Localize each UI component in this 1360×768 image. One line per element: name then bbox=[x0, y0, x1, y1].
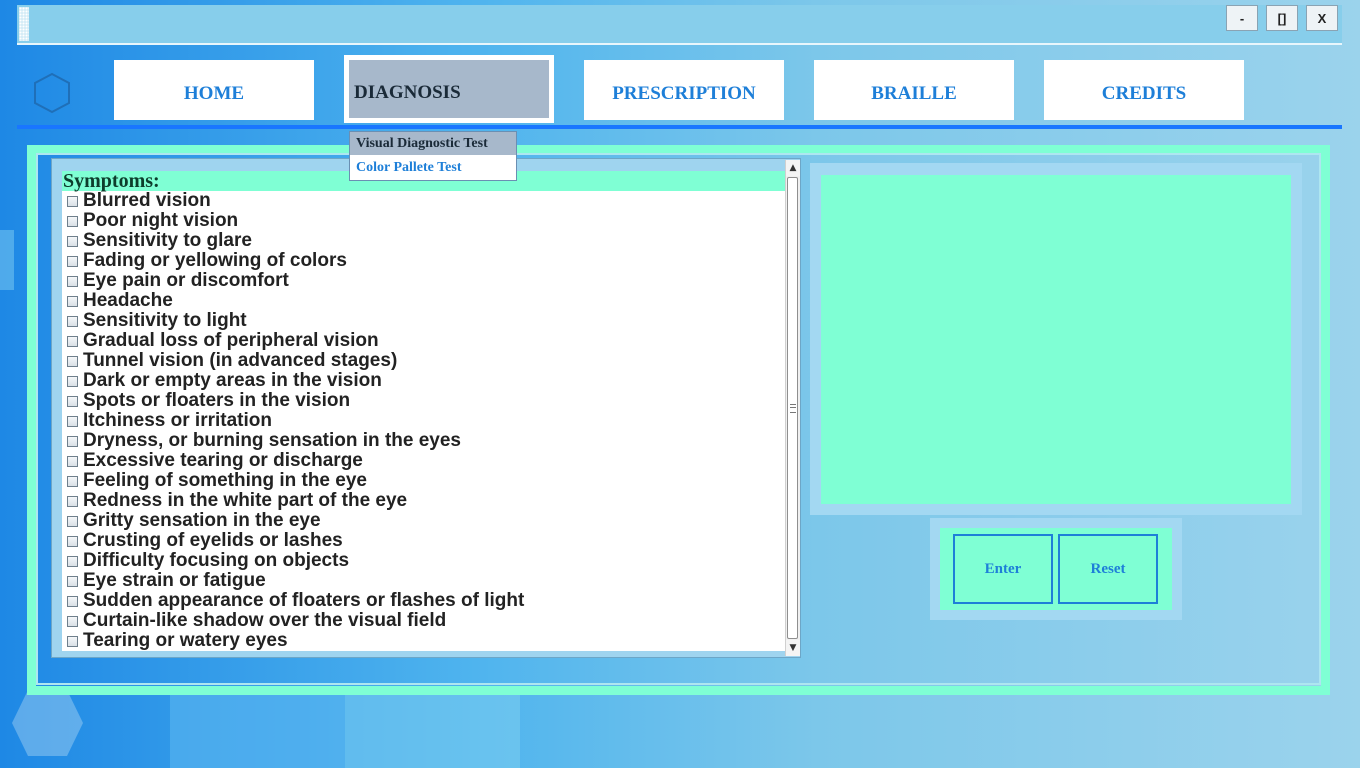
background-hexagon-decoration bbox=[12, 690, 83, 756]
symptom-item[interactable]: Sudden appearance of floaters or flashes… bbox=[62, 590, 785, 611]
symptom-item[interactable]: Tunnel vision (in advanced stages) bbox=[62, 350, 785, 371]
symptoms-items: Blurred vision Poor night vision Sensitivi… bbox=[62, 190, 785, 651]
symptom-label: Eye strain or fatigue bbox=[83, 570, 266, 591]
symptom-label: Dark or empty areas in the vision bbox=[83, 370, 382, 391]
symptom-label: Difficulty focusing on objects bbox=[83, 550, 350, 571]
symptom-checkbox[interactable] bbox=[67, 615, 78, 627]
symptoms-list[interactable]: Symptoms: Blurred vision Poor night visio… bbox=[62, 171, 785, 651]
symptom-checkbox[interactable] bbox=[67, 355, 78, 367]
symptom-item[interactable]: Tearing or watery eyes bbox=[62, 630, 785, 651]
drag-grip[interactable] bbox=[19, 7, 29, 41]
symptom-label: Itchiness or irritation bbox=[83, 410, 272, 431]
symptom-checkbox[interactable] bbox=[67, 435, 78, 447]
symptom-label: Curtain-like shadow over the visual fiel… bbox=[83, 610, 447, 631]
diagnosis-dropdown-menu: Visual Diagnostic Test Color Pallete Tes… bbox=[349, 131, 517, 181]
symptom-label: Tearing or watery eyes bbox=[83, 630, 288, 651]
arrow-down-icon[interactable]: ▼ bbox=[786, 640, 800, 656]
symptom-checkbox[interactable] bbox=[67, 395, 78, 407]
symptom-checkbox[interactable] bbox=[67, 595, 78, 607]
symptom-label: Blurred vision bbox=[83, 190, 211, 211]
close-button[interactable]: X bbox=[1306, 5, 1338, 31]
symptom-item[interactable]: Fading or yellowing of colors bbox=[62, 250, 785, 271]
symptom-label: Dryness, or burning sensation in the eye… bbox=[83, 430, 461, 451]
symptoms-panel: Symptoms: Blurred vision Poor night visio… bbox=[51, 158, 801, 658]
symptom-item[interactable]: Curtain-like shadow over the visual fiel… bbox=[62, 610, 785, 631]
symptom-checkbox[interactable] bbox=[67, 235, 78, 247]
minimize-button[interactable]: - bbox=[1226, 5, 1258, 31]
symptom-label: Sudden appearance of floaters or flashes… bbox=[83, 590, 525, 611]
symptom-checkbox[interactable] bbox=[67, 635, 78, 647]
symptom-item[interactable]: Blurred vision bbox=[62, 190, 785, 211]
symptoms-scrollbar[interactable]: ▲ ▼ bbox=[785, 160, 800, 656]
symptom-label: Eye pain or discomfort bbox=[83, 270, 289, 291]
result-display-area bbox=[821, 175, 1291, 504]
symptom-item[interactable]: Feeling of something in the eye bbox=[62, 470, 785, 491]
scrollbar-thumb[interactable] bbox=[787, 177, 798, 639]
maximize-button[interactable]: [] bbox=[1266, 5, 1298, 31]
symptom-checkbox[interactable] bbox=[67, 215, 78, 227]
symptom-item[interactable]: Excessive tearing or discharge bbox=[62, 450, 785, 471]
symptom-label: Poor night vision bbox=[83, 210, 239, 231]
symptom-checkbox[interactable] bbox=[67, 275, 78, 287]
symptom-checkbox[interactable] bbox=[67, 535, 78, 547]
symptom-checkbox[interactable] bbox=[67, 335, 78, 347]
nav-prescription-button[interactable]: PRESCRIPTION bbox=[584, 60, 784, 120]
symptom-checkbox[interactable] bbox=[67, 515, 78, 527]
nav-braille-button[interactable]: BRAILLE bbox=[814, 60, 1014, 120]
symptom-item[interactable]: Spots or floaters in the vision bbox=[62, 390, 785, 411]
symptom-label: Spots or floaters in the vision bbox=[83, 390, 351, 411]
nav-home-button[interactable]: HOME bbox=[114, 60, 314, 120]
symptom-item[interactable]: Redness in the white part of the eye bbox=[62, 490, 785, 511]
symptom-checkbox[interactable] bbox=[67, 555, 78, 567]
symptom-item[interactable]: Sensitivity to light bbox=[62, 310, 785, 331]
symptom-label: Redness in the white part of the eye bbox=[83, 490, 408, 511]
nav-divider bbox=[17, 125, 1342, 129]
symptom-item[interactable]: Itchiness or irritation bbox=[62, 410, 785, 431]
reset-button[interactable]: Reset bbox=[1058, 534, 1158, 604]
symptom-item[interactable]: Sensitivity to glare bbox=[62, 230, 785, 251]
symptom-item[interactable]: Gritty sensation in the eye bbox=[62, 510, 785, 531]
symptom-label: Gritty sensation in the eye bbox=[83, 510, 321, 531]
symptom-label: Sensitivity to light bbox=[83, 310, 247, 331]
symptom-label: Crusting of eyelids or lashes bbox=[83, 530, 343, 551]
symptom-label: Feeling of something in the eye bbox=[83, 470, 367, 491]
enter-button[interactable]: Enter bbox=[953, 534, 1053, 604]
window-titlebar[interactable] bbox=[17, 5, 1342, 45]
symptom-item[interactable]: Eye pain or discomfort bbox=[62, 270, 785, 291]
symptom-checkbox[interactable] bbox=[67, 475, 78, 487]
background-block bbox=[0, 230, 14, 290]
symptom-checkbox[interactable] bbox=[67, 315, 78, 327]
symptom-item[interactable]: Poor night vision bbox=[62, 210, 785, 231]
symptom-item[interactable]: Gradual loss of peripheral vision bbox=[62, 330, 785, 351]
symptom-item[interactable]: Headache bbox=[62, 290, 785, 311]
symptom-item[interactable]: Dryness, or burning sensation in the eye… bbox=[62, 430, 785, 451]
symptom-item[interactable]: Eye strain or fatigue bbox=[62, 570, 785, 591]
symptom-label: Headache bbox=[83, 290, 173, 311]
nav-diagnosis-button[interactable]: DIAGNOSIS bbox=[344, 55, 554, 123]
menu-item-visual-diagnostic-test[interactable]: Visual Diagnostic Test bbox=[350, 132, 516, 156]
symptom-checkbox[interactable] bbox=[67, 415, 78, 427]
symptom-label: Fading or yellowing of colors bbox=[83, 250, 347, 271]
symptom-checkbox[interactable] bbox=[67, 495, 78, 507]
symptom-label: Sensitivity to glare bbox=[83, 230, 252, 251]
symptom-item[interactable]: Difficulty focusing on objects bbox=[62, 550, 785, 571]
background-block bbox=[170, 690, 345, 768]
symptom-checkbox[interactable] bbox=[67, 195, 78, 207]
symptom-checkbox[interactable] bbox=[67, 255, 78, 267]
symptom-item[interactable]: Dark or empty areas in the vision bbox=[62, 370, 785, 391]
background-block bbox=[345, 690, 520, 768]
symptom-checkbox[interactable] bbox=[67, 295, 78, 307]
symptom-item[interactable]: Crusting of eyelids or lashes bbox=[62, 530, 785, 551]
symptom-label: Tunnel vision (in advanced stages) bbox=[83, 350, 398, 371]
symptom-checkbox[interactable] bbox=[67, 455, 78, 467]
menu-item-color-pallete-test[interactable]: Color Pallete Test bbox=[350, 156, 516, 179]
symptom-checkbox[interactable] bbox=[67, 375, 78, 387]
grip-icon bbox=[790, 404, 796, 413]
hexagon-icon bbox=[34, 72, 70, 114]
nav-credits-button[interactable]: CREDITS bbox=[1044, 60, 1244, 120]
symptom-checkbox[interactable] bbox=[67, 575, 78, 587]
arrow-up-icon[interactable]: ▲ bbox=[786, 160, 800, 176]
symptom-label: Excessive tearing or discharge bbox=[83, 450, 363, 471]
symptom-label: Gradual loss of peripheral vision bbox=[83, 330, 379, 351]
